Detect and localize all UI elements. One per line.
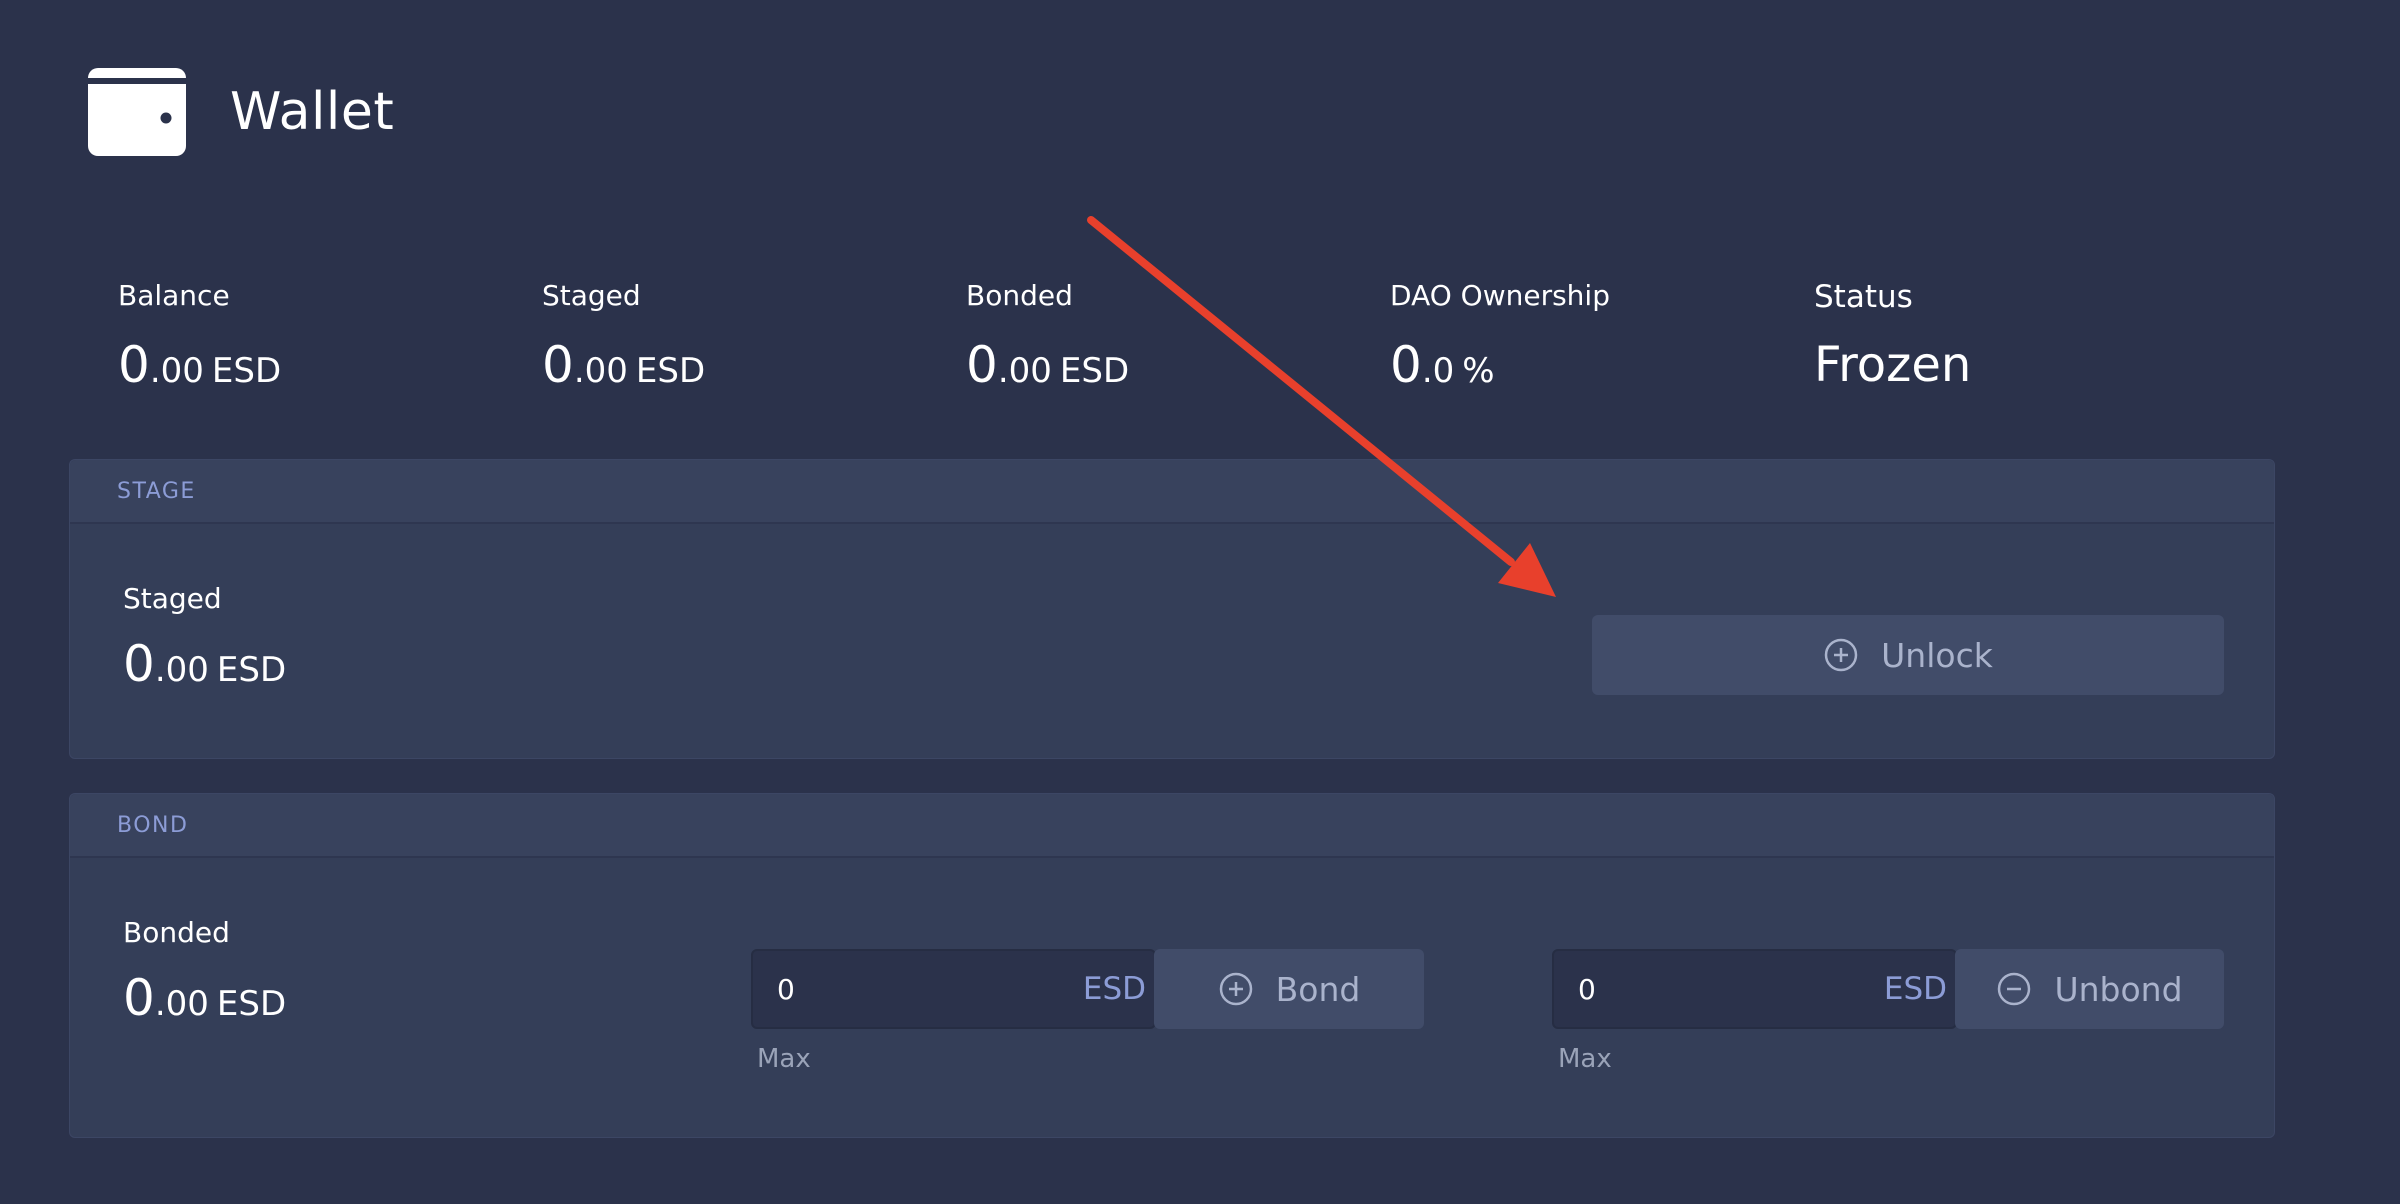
stage-staged-value: 0.00 ESD xyxy=(123,639,286,689)
dao-ownership-value: 0.0% xyxy=(1390,340,1610,390)
bond-bonded-int: 0 xyxy=(123,969,155,1027)
staged-label: Staged xyxy=(542,279,641,312)
bond-bonded-stat: Bonded 0.00 ESD xyxy=(123,916,286,1024)
status-label: Status xyxy=(1814,279,1913,315)
bond-panel-header: BOND xyxy=(70,794,2274,858)
stage-staged-dec: .00 xyxy=(154,650,209,690)
balance-value: 0.00 ESD xyxy=(118,340,281,390)
stage-panel-header: STAGE xyxy=(70,460,2274,524)
balance-dec: .00 xyxy=(149,351,204,391)
bond-button-label: Bond xyxy=(1275,969,1361,1009)
dao-ownership-label: DAO Ownership xyxy=(1390,279,1610,312)
unlock-button[interactable]: Unlock xyxy=(1592,615,2224,695)
dao-ownership-stat: DAO Ownership 0.0% xyxy=(1390,279,1610,391)
bond-button[interactable]: Bond xyxy=(1154,949,1424,1029)
unbond-amount-unit: ESD xyxy=(1883,971,1947,1007)
minus-circle-icon xyxy=(1998,972,2031,1006)
bond-bonded-dec: .00 xyxy=(154,984,209,1024)
dao-ownership-unit: % xyxy=(1462,351,1495,391)
plus-circle-icon xyxy=(1219,972,1252,1006)
page-title: Wallet xyxy=(230,82,395,142)
bond-amount-field: ESD xyxy=(751,949,1156,1029)
staged-stat: Staged 0.00 ESD xyxy=(542,279,705,391)
wallet-icon xyxy=(88,68,186,156)
unbond-button[interactable]: Unbond xyxy=(1955,949,2224,1029)
stage-staged-int: 0 xyxy=(123,635,155,693)
staged-dec: .00 xyxy=(573,351,628,391)
bond-max-link[interactable]: Max xyxy=(757,1044,811,1074)
stage-panel-title: STAGE xyxy=(117,478,196,504)
bond-panel-title: BOND xyxy=(117,812,189,838)
status-value: Frozen xyxy=(1814,337,1972,393)
dao-ownership-int: 0 xyxy=(1390,336,1422,394)
dao-ownership-dec: .0 xyxy=(1421,351,1455,391)
unlock-button-label: Unlock xyxy=(1881,635,1993,675)
unbond-button-label: Unbond xyxy=(2054,969,2183,1009)
staged-value: 0.00 ESD xyxy=(542,340,705,390)
staged-unit: ESD xyxy=(635,351,706,391)
plus-circle-icon xyxy=(1824,638,1858,672)
unbond-amount-field: ESD xyxy=(1552,949,1957,1029)
bonded-stat: Bonded 0.00 ESD xyxy=(966,279,1129,391)
balance-unit: ESD xyxy=(211,351,282,391)
stage-staged-label: Staged xyxy=(123,582,222,615)
bond-amount-input[interactable] xyxy=(753,971,1029,1007)
unbond-amount-input[interactable] xyxy=(1554,971,1830,1007)
bonded-dec: .00 xyxy=(997,351,1052,391)
bond-bonded-unit: ESD xyxy=(216,984,287,1024)
staged-int: 0 xyxy=(542,336,574,394)
bond-amount-unit: ESD xyxy=(1082,971,1146,1007)
page-header: Wallet xyxy=(88,68,394,156)
bond-bonded-value: 0.00 ESD xyxy=(123,973,286,1023)
balance-stat: Balance 0.00 ESD xyxy=(118,279,281,391)
bond-bonded-label: Bonded xyxy=(123,916,230,949)
unbond-max-link[interactable]: Max xyxy=(1558,1044,1612,1074)
balance-int: 0 xyxy=(118,336,150,394)
bonded-int: 0 xyxy=(966,336,998,394)
stage-staged-stat: Staged 0.00 ESD xyxy=(123,582,286,690)
bonded-value: 0.00 ESD xyxy=(966,340,1129,390)
bonded-unit: ESD xyxy=(1059,351,1130,391)
bond-panel: BOND Bonded 0.00ESD ESD Bond Max ESD xyxy=(69,793,2275,1138)
bonded-label: Bonded xyxy=(966,279,1073,312)
wallet-page: Wallet Balance 0.00 ESD Staged 0.00 ESD Bo… xyxy=(0,0,2400,1204)
stage-staged-unit: ESD xyxy=(216,650,287,690)
balance-label: Balance xyxy=(118,279,230,312)
stage-panel: STAGE Staged 0.00 ESD Unlock xyxy=(69,459,2275,759)
status-stat: Status Frozen xyxy=(1814,279,1972,393)
